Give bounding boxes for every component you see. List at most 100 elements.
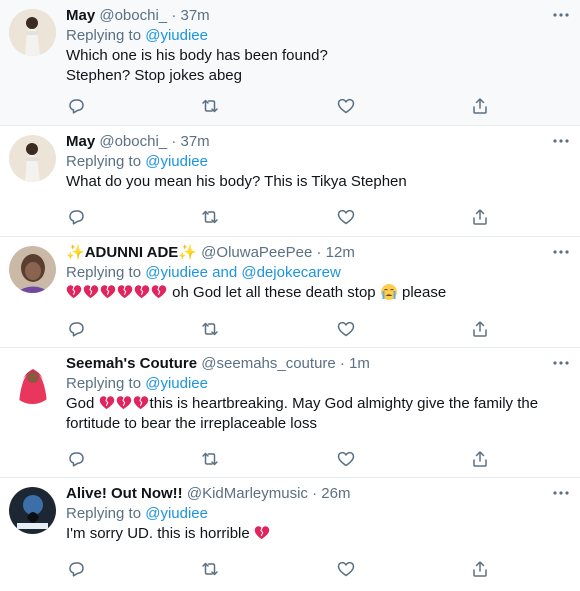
tweet-text: this is heartbreaking. May God almighty … (149, 395, 539, 412)
replying-label: Replying to (66, 27, 142, 44)
timestamp[interactable]: 37m (180, 133, 209, 150)
broken-heart-emoji (132, 395, 149, 410)
tweet-text: God (66, 395, 95, 412)
reply-icon[interactable] (66, 559, 86, 579)
share-icon[interactable] (470, 96, 490, 116)
more-icon[interactable] (552, 486, 570, 500)
action-bar (66, 559, 496, 579)
mention-link[interactable]: @dejokecarew (241, 264, 340, 281)
broken-heart-emoji (98, 395, 115, 410)
handle[interactable]: @OluwaPeePee (201, 244, 312, 261)
broken-heart-emoji (254, 525, 270, 540)
tweet[interactable]: May @obochi_ · 37m Replying to @yiudiee … (0, 126, 580, 237)
tweet-text-line: Which one is his body has been found? (66, 47, 328, 64)
avatar[interactable] (9, 357, 56, 404)
reply-icon[interactable] (66, 207, 86, 227)
timestamp[interactable]: 37m (180, 7, 209, 24)
mention-link[interactable]: @yiudiee (145, 27, 208, 44)
display-name[interactable]: May (66, 133, 95, 150)
mention-link[interactable]: @yiudiee (145, 153, 208, 170)
separator: · (339, 355, 345, 372)
tweet-text: oh God let all these death stop (172, 284, 376, 301)
tweet-text-line: God this is heartbreaking. May God almig… (66, 394, 540, 414)
replying-to: Replying to @yiudiee (66, 374, 540, 394)
broken-heart-emoji (83, 284, 99, 299)
display-name[interactable]: Seemah's Couture (66, 355, 197, 372)
reply-feed: May @obochi_ · 37m Replying to @yiudiee … (0, 0, 580, 591)
broken-heart-emoji (66, 284, 82, 299)
action-bar (66, 319, 496, 339)
broken-heart-emoji (151, 284, 167, 299)
handle[interactable]: @obochi_ (99, 133, 167, 150)
like-icon[interactable] (336, 559, 356, 579)
sparkles-emoji: ✨ (66, 244, 85, 261)
sparkles-emoji: ✨ (178, 244, 197, 261)
avatar[interactable] (9, 135, 56, 182)
display-name[interactable]: May (66, 7, 95, 24)
reply-icon[interactable] (66, 96, 86, 116)
replying-label: Replying to (66, 264, 142, 281)
broken-heart-emoji (134, 284, 150, 299)
handle[interactable]: @KidMarleymusic (187, 485, 308, 502)
crying-face-emoji (380, 284, 397, 300)
like-icon[interactable] (336, 449, 356, 469)
reply-icon[interactable] (66, 449, 86, 469)
action-bar (66, 96, 496, 116)
tweet[interactable]: Seemah's Couture @seemahs_couture · 1m R… (0, 348, 580, 478)
share-icon[interactable] (470, 559, 490, 579)
timestamp[interactable]: 12m (326, 244, 355, 261)
share-icon[interactable] (470, 319, 490, 339)
more-icon[interactable] (552, 134, 570, 148)
more-icon[interactable] (552, 356, 570, 370)
and-label: and (212, 264, 238, 281)
retweet-icon[interactable] (200, 96, 220, 116)
retweet-icon[interactable] (200, 449, 220, 469)
replying-to: Replying to @yiudiee (66, 152, 540, 172)
replying-label: Replying to (66, 505, 142, 522)
more-icon[interactable] (552, 245, 570, 259)
tweet-text-line: I'm sorry UD. this is horrible (66, 524, 540, 544)
avatar[interactable] (9, 9, 56, 56)
separator: · (171, 133, 177, 150)
replying-to: Replying to @yiudiee and @dejokecarew (66, 263, 540, 283)
handle[interactable]: @obochi_ (99, 7, 167, 24)
separator: · (312, 485, 318, 502)
replying-to: Replying to @yiudiee (66, 26, 540, 46)
reply-icon[interactable] (66, 319, 86, 339)
share-icon[interactable] (470, 449, 490, 469)
retweet-icon[interactable] (200, 319, 220, 339)
like-icon[interactable] (336, 96, 356, 116)
handle[interactable]: @seemahs_couture (201, 355, 335, 372)
replying-label: Replying to (66, 153, 142, 170)
tweet[interactable]: May @obochi_ · 37m Replying to @yiudiee … (0, 0, 580, 126)
tweet-text-line: What do you mean his body? This is Tikya… (66, 173, 407, 190)
more-icon[interactable] (552, 8, 570, 22)
broken-heart-emoji (117, 284, 133, 299)
mention-link[interactable]: @yiudiee (145, 264, 208, 281)
broken-heart-emoji (100, 284, 116, 299)
replying-label: Replying to (66, 375, 142, 392)
retweet-icon[interactable] (200, 207, 220, 227)
separator: · (316, 244, 322, 261)
timestamp[interactable]: 1m (349, 355, 370, 372)
like-icon[interactable] (336, 207, 356, 227)
share-icon[interactable] (470, 207, 490, 227)
mention-link[interactable]: @yiudiee (145, 505, 208, 522)
action-bar (66, 207, 496, 227)
display-name[interactable]: Alive! Out Now!! (66, 485, 183, 502)
tweet-text: I'm sorry UD. this is horrible (66, 525, 250, 542)
display-name[interactable]: ADUNNI ADE (85, 244, 179, 261)
replying-to: Replying to @yiudiee (66, 504, 540, 524)
timestamp[interactable]: 26m (321, 485, 350, 502)
avatar[interactable] (9, 246, 56, 293)
like-icon[interactable] (336, 319, 356, 339)
tweet[interactable]: ✨ADUNNI ADE✨ @OluwaPeePee · 12m Replying… (0, 237, 580, 348)
separator: · (171, 7, 177, 24)
tweet-text-line: fortitude to bear the irreplaceable loss (66, 415, 317, 432)
avatar[interactable] (9, 487, 56, 534)
retweet-icon[interactable] (200, 559, 220, 579)
tweet[interactable]: Alive! Out Now!! @KidMarleymusic · 26m R… (0, 478, 580, 591)
action-bar (66, 449, 496, 469)
mention-link[interactable]: @yiudiee (145, 375, 208, 392)
tweet-text-line: oh God let all these death stop please (66, 283, 540, 303)
